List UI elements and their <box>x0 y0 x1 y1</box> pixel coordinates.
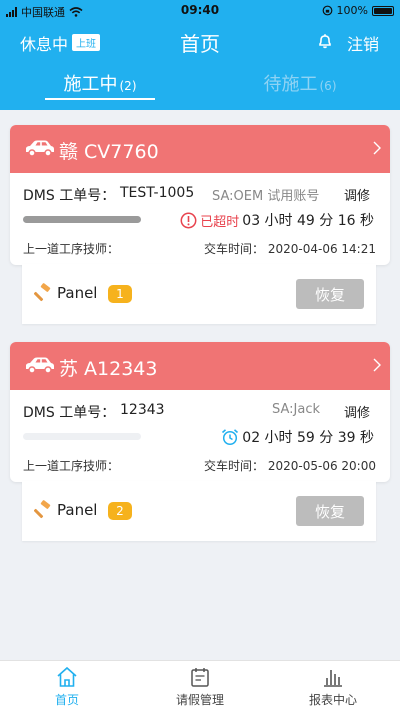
progress-bar <box>23 433 141 440</box>
restore-button[interactable]: 恢复 <box>296 279 364 309</box>
tabbar-item-reports[interactable]: 报表中心 <box>273 665 393 708</box>
chevron-right-icon <box>373 141 381 155</box>
battery-icon <box>372 5 394 16</box>
tab-in-progress[interactable]: 施工中 (2) <box>45 70 155 104</box>
tabbar-item-leave[interactable]: 请假管理 <box>140 665 260 708</box>
progress-fill <box>23 216 141 223</box>
dms-label: DMS 工单号： <box>23 188 116 204</box>
panel-name: Panel <box>57 284 98 302</box>
progress-bar <box>23 216 141 223</box>
timer-value: 03 小时 49 分 16 秒 <box>242 213 374 229</box>
alarm-clock-icon <box>222 429 239 446</box>
timer: 02 小时 59 分 39 秒 <box>221 427 374 447</box>
car-icon <box>26 357 54 374</box>
tabbar-label: 请假管理 <box>175 693 224 707</box>
hammer-icon <box>34 500 51 519</box>
chevron-right-icon <box>373 358 381 372</box>
tab-label: 待施工 <box>263 74 318 95</box>
panel-count-badge: 2 <box>108 502 132 520</box>
panel-row: Panel 1 恢复 <box>22 264 376 324</box>
logout-button[interactable]: 注销 <box>347 31 379 55</box>
tab-pending[interactable]: 待施工 (6) <box>240 70 360 104</box>
tabbar-item-home[interactable]: 首页 <box>7 665 127 708</box>
timer: 已超时 03 小时 49 分 16 秒 <box>180 210 374 230</box>
plate-number: 苏 A12343 <box>59 358 158 380</box>
tab-bar: 施工中 (2) 待施工 (6) <box>0 70 400 104</box>
panel-row: Panel 2 恢复 <box>22 481 376 541</box>
tab-count: (6) <box>319 79 337 93</box>
panel-name: Panel <box>57 501 98 519</box>
tabbar-label: 报表中心 <box>308 693 357 707</box>
hammer-icon <box>34 283 51 302</box>
work-order-card[interactable]: 苏 A12343 DMS 工单号： 12343 SA:Jack 调修 02 小时… <box>10 342 390 482</box>
repair-type: 调修 <box>343 189 370 204</box>
service-advisor: SA:OEM 试用账号 <box>212 189 320 204</box>
dms-label: DMS 工单号： <box>23 405 116 421</box>
card-header[interactable]: 赣 CV7760 <box>10 125 390 173</box>
nav-bar: 休息中 上班 首页 注销 <box>0 26 400 56</box>
rotation-lock-icon <box>322 5 332 16</box>
work-order-card[interactable]: 赣 CV7760 DMS 工单号： TEST-1005 SA:OEM 试用账号 … <box>10 125 390 265</box>
dms-value: TEST-1005 <box>120 185 195 201</box>
card-body: DMS 工单号： 12343 SA:Jack 调修 02 小时 59 分 39 … <box>10 390 390 482</box>
dms-value: 12343 <box>120 402 165 418</box>
repair-type: 调修 <box>343 406 370 421</box>
status-bar: 中国联通 09:40 100% <box>0 0 400 22</box>
restore-button[interactable]: 恢复 <box>296 496 364 526</box>
battery-percent: 100% <box>336 4 368 17</box>
timer-value: 02 小时 59 分 39 秒 <box>242 430 374 446</box>
service-advisor: SA:Jack <box>272 402 321 417</box>
delivery-time: 交车时间： 2020-04-06 14:21 <box>204 242 376 256</box>
tab-label: 施工中 <box>63 74 118 95</box>
bottom-tab-bar: 首页 请假管理 报表中心 <box>0 660 400 710</box>
car-icon <box>26 140 54 157</box>
plate-number: 赣 CV7760 <box>59 141 159 163</box>
chart-icon <box>324 670 342 687</box>
tab-count: (2) <box>119 79 137 93</box>
panel-count-badge: 1 <box>108 285 132 303</box>
overdue-label: 已超时 <box>200 214 240 230</box>
alert-icon <box>180 212 197 228</box>
app-header: 中国联通 09:40 100% 休息中 上班 首页 注销 施工中 (2) 待施工(… <box>0 0 400 110</box>
delivery-time: 交车时间： 2020-05-06 20:00 <box>204 459 376 473</box>
prev-technician-label: 上一道工序技师： <box>23 242 120 256</box>
status-right: 100% <box>322 4 394 17</box>
tabbar-label: 首页 <box>54 693 79 707</box>
calendar-icon <box>191 668 209 687</box>
prev-technician-label: 上一道工序技师： <box>23 459 120 473</box>
home-icon <box>57 666 77 687</box>
tab-underline <box>45 98 155 100</box>
card-header[interactable]: 苏 A12343 <box>10 342 390 390</box>
bell-icon[interactable] <box>317 33 333 49</box>
page-title: 首页 <box>180 32 220 56</box>
card-body: DMS 工单号： TEST-1005 SA:OEM 试用账号 调修 已超时 03… <box>10 173 390 265</box>
